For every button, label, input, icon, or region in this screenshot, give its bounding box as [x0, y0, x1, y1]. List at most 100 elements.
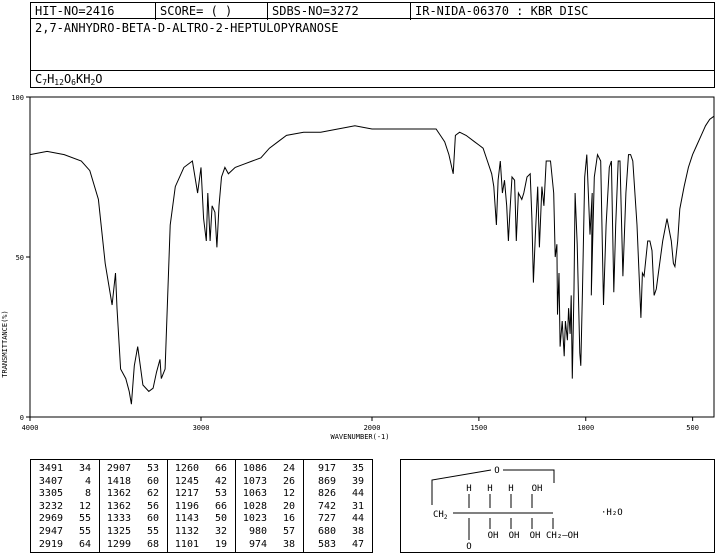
- x-tick-label: 500: [686, 424, 699, 432]
- peak-wavenumber: 1299: [106, 538, 131, 550]
- h-label-1: H: [466, 484, 471, 494]
- peak-wavenumber: 1132: [174, 526, 199, 537]
- peak-transmittance: 32: [214, 526, 227, 537]
- peak-wavenumber: 3491: [38, 463, 63, 474]
- peak-column: 3491 34 3407 4 3305 8 3232 12 2969 55 2947 55 2919 64: [31, 460, 99, 552]
- peak-wavenumber: 2947: [38, 526, 63, 537]
- oh-bottom-1: OH: [488, 531, 499, 541]
- peak-wavenumber: 1362: [106, 488, 131, 500]
- peak-transmittance: 53: [146, 463, 159, 474]
- peak-table: 3491 34 3407 4 3305 8 3232 12 2969 55 2947 55 2919 64…: [30, 459, 373, 553]
- peak-wavenumber: 1143: [174, 513, 199, 525]
- peak-wavenumber: 869: [317, 475, 336, 487]
- x-tick-label: 4000: [22, 424, 39, 432]
- x-axis-label: WAVENUMBER(-1): [330, 433, 389, 441]
- peak-wavenumber: 1063: [242, 488, 267, 500]
- peak-transmittance: 26: [282, 475, 295, 487]
- y-axis-label: TRANSMITTANCE(%): [1, 310, 9, 377]
- peak-wavenumber: 1333: [106, 513, 131, 525]
- peak-transmittance: 44: [351, 488, 364, 500]
- peak-wavenumber: 2919: [38, 538, 63, 550]
- x-tick-label: 1500: [470, 424, 487, 432]
- peak-column: 2907 53 1418 60 1362 62 1362 56 1333 60 1325 55 1299…: [99, 460, 167, 552]
- peak-wavenumber: 1260: [174, 463, 199, 474]
- peak-wavenumber: 917: [317, 463, 336, 474]
- h-label-2: H: [487, 484, 492, 494]
- formula-subscript: 12: [54, 78, 64, 87]
- peak-transmittance: 38: [282, 538, 295, 550]
- peak-wavenumber: 727: [317, 513, 336, 525]
- y-axis: 0 50 100: [11, 94, 30, 422]
- peak-transmittance: 47: [351, 538, 364, 550]
- formula-divider: [31, 70, 714, 71]
- peak-wavenumber: 826: [317, 488, 336, 500]
- x-tick-label: 3000: [193, 424, 210, 432]
- structure-diagram: O O CH2 H H H OH OH OH OH CH₂—OH ·H₂O: [431, 466, 623, 552]
- peak-transmittance: 56: [146, 500, 159, 512]
- peak-wavenumber: 3305: [38, 488, 63, 500]
- compound-name: 2,7-ANHYDRO-BETA-D-ALTRO-2-HEPTULOPYRANO…: [35, 21, 339, 35]
- ring-oxygen-top: O: [494, 466, 499, 476]
- peak-transmittance: 39: [351, 475, 364, 487]
- peak-transmittance: 16: [282, 513, 295, 525]
- peak-wavenumber: 1086: [242, 463, 267, 474]
- water-of-hydration: ·H₂O: [601, 508, 623, 518]
- peak-transmittance: 31: [351, 500, 364, 512]
- peak-wavenumber: 1325: [106, 526, 131, 537]
- peak-wavenumber: 3407: [38, 475, 63, 487]
- peak-transmittance: 34: [78, 463, 91, 474]
- peak-transmittance: 12: [78, 500, 91, 512]
- peak-transmittance: 60: [146, 475, 159, 487]
- peak-transmittance: 12: [282, 488, 295, 500]
- oh-bottom-2: OH: [509, 531, 520, 541]
- peak-transmittance: 4: [84, 475, 91, 487]
- plot-frame: [29, 96, 715, 418]
- peak-transmittance: 44: [351, 513, 364, 525]
- peak-column: 1260 66 1245 42 1217 53 1196 66 1143 50 1132 32 1101…: [167, 460, 235, 552]
- peak-column: 917 35 869 39 826 44 742 31 727 44 680 38 583 47: [303, 460, 372, 552]
- header-bar: HIT-NO=2416 SCORE= ( ) SDBS-NO=3272 IR-N…: [30, 2, 715, 20]
- peak-transmittance: 55: [146, 526, 159, 537]
- peak-transmittance: 50: [214, 513, 227, 525]
- peak-transmittance: 38: [351, 526, 364, 537]
- peak-wavenumber: 1073: [242, 475, 267, 487]
- peak-transmittance: 62: [146, 488, 159, 500]
- peak-wavenumber: 1362: [106, 500, 131, 512]
- peak-transmittance: 35: [351, 463, 364, 474]
- oh-bottom-3: OH: [530, 531, 541, 541]
- formula-element: KH: [76, 72, 91, 86]
- x-tick-label: 1000: [577, 424, 594, 432]
- structure-box: O O CH2 H H H OH OH OH OH CH₂—OH ·H₂O: [400, 459, 715, 553]
- y-tick-label: 50: [16, 254, 24, 262]
- peak-transmittance: 55: [78, 526, 91, 537]
- ring-oxygen-bottom: O: [466, 542, 471, 552]
- peak-column: 1086 24 1073 26 1063 12 1028 20 1023 16 980 57 974 38: [235, 460, 303, 552]
- peak-wavenumber: 1023: [242, 513, 267, 525]
- peak-transmittance: 24: [282, 463, 295, 474]
- peak-transmittance: 20: [282, 500, 295, 512]
- peak-transmittance: 53: [214, 488, 227, 500]
- transmittance-series-line: [29, 115, 715, 405]
- peak-transmittance: 8: [84, 488, 91, 500]
- oh-top: OH: [532, 484, 543, 494]
- peak-wavenumber: 1418: [106, 475, 131, 487]
- peak-wavenumber: 1245: [174, 475, 199, 487]
- peak-wavenumber: 2969: [38, 513, 63, 525]
- peak-transmittance: 57: [282, 526, 295, 537]
- peak-wavenumber: 980: [248, 526, 267, 537]
- peak-transmittance: 66: [214, 463, 227, 474]
- peak-wavenumber: 974: [248, 538, 267, 550]
- peak-transmittance: 19: [214, 538, 227, 550]
- peak-wavenumber: 583: [317, 538, 336, 550]
- peak-wavenumber: 742: [317, 500, 336, 512]
- peak-wavenumber: 680: [317, 526, 336, 537]
- ch2oh-group: CH₂—OH: [546, 531, 579, 541]
- peak-wavenumber: 1028: [242, 500, 267, 512]
- x-tick-label: 2000: [364, 424, 381, 432]
- y-tick-label: 100: [11, 94, 24, 102]
- structure-bonds: [431, 469, 555, 540]
- peak-wavenumber: 3232: [38, 500, 63, 512]
- peak-wavenumber: 2907: [106, 463, 131, 474]
- peak-transmittance: 64: [78, 538, 91, 550]
- x-axis: 4000 3000 2000 1500 1000 500: [22, 417, 699, 432]
